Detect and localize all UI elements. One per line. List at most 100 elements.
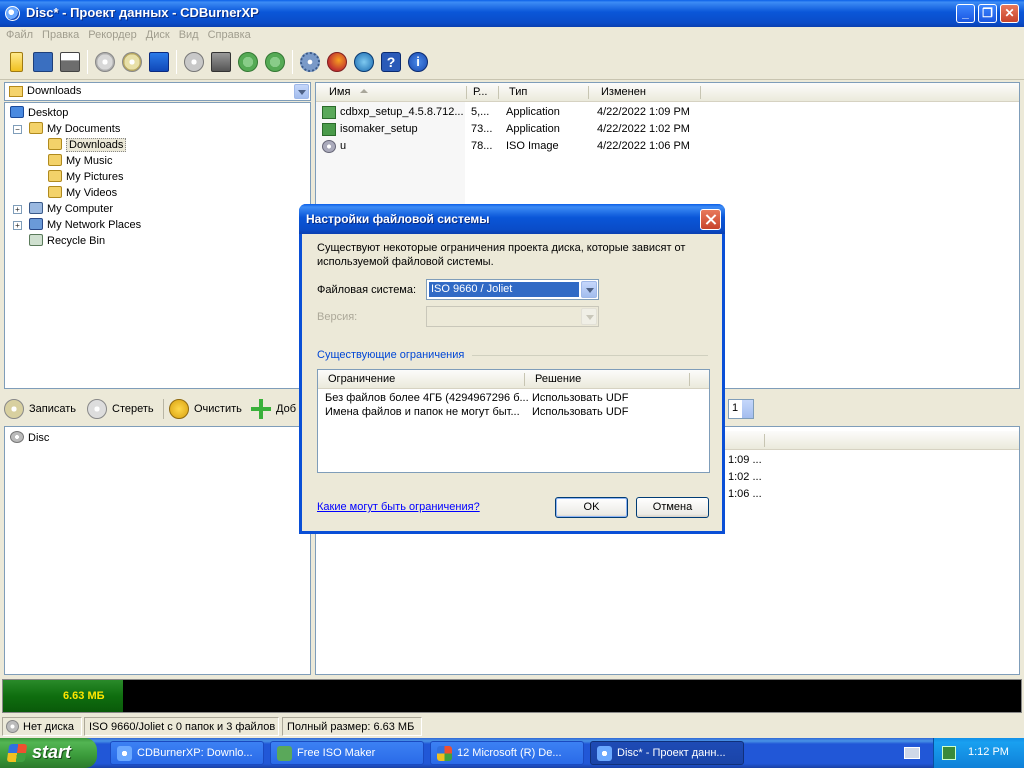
new-icon[interactable] xyxy=(3,49,29,75)
restrictions-list: Ограничение Решение Без файлов более 4ГБ… xyxy=(317,369,710,473)
installer-icon xyxy=(322,106,336,119)
menu-file[interactable]: Файл xyxy=(0,27,36,41)
chevron-down-icon xyxy=(581,308,597,325)
settings-icon[interactable] xyxy=(297,49,323,75)
chevron-down-icon[interactable] xyxy=(581,281,597,298)
print-icon[interactable] xyxy=(57,49,83,75)
network-status-icon[interactable] xyxy=(942,746,956,760)
version-select[interactable] xyxy=(426,306,599,327)
filesystem-select[interactable]: ISO 9660 / Joliet xyxy=(426,279,599,300)
collapse-icon[interactable]: − xyxy=(13,125,22,134)
menu-recorder[interactable]: Рекордер xyxy=(82,27,140,41)
clock[interactable]: 1:12 PM xyxy=(968,746,1009,758)
tree-item-my-videos[interactable]: My Videos xyxy=(48,185,117,201)
close-button[interactable]: ✕ xyxy=(1000,4,1019,23)
burn-button[interactable]: Записать xyxy=(4,396,76,422)
title-bar[interactable]: Disc* - Проект данных - CDBurnerXP _ ❐ ✕ xyxy=(0,0,1024,27)
add-button[interactable]: Доб xyxy=(251,396,296,422)
menu-disc[interactable]: Диск xyxy=(140,27,173,41)
refresh-icon[interactable] xyxy=(235,49,261,75)
tree-item-my-pictures[interactable]: My Pictures xyxy=(48,169,123,185)
file-list-header: Имя Р... Тип Изменен xyxy=(316,83,1019,102)
restrictions-help-link[interactable]: Какие могут быть ограничения? xyxy=(317,501,480,513)
col-solution[interactable]: Решение xyxy=(535,373,581,385)
help-icon[interactable]: ? xyxy=(378,49,404,75)
copies-stepper[interactable]: 1 xyxy=(728,399,754,419)
desktop-icon xyxy=(10,106,24,118)
tree-item-my-computer[interactable]: My Computer xyxy=(29,201,113,217)
plus-icon xyxy=(251,399,271,420)
task-cdburnerxp-downloads[interactable]: CDBurnerXP: Downlo... xyxy=(110,741,264,765)
cancel-button[interactable]: Отмена xyxy=(636,497,709,518)
restrictions-header: Ограничение Решение xyxy=(318,370,709,389)
status-total-size: Полный размер: 6.63 МБ xyxy=(282,717,422,736)
tree-item-desktop[interactable]: Desktop xyxy=(10,105,68,121)
restriction-row[interactable]: Имена файлов и папок не могут быт... Исп… xyxy=(325,404,705,420)
menu-view[interactable]: Вид xyxy=(173,27,202,41)
folder-tree: Desktop − My Documents Downloads My Musi… xyxy=(4,102,311,389)
cdburnerxp-icon xyxy=(117,746,132,761)
filesystem-label: Файловая система: xyxy=(317,284,417,296)
filesystem-settings-dialog: Настройки файловой системы Существуют не… xyxy=(299,204,725,534)
restore-button[interactable]: ❐ xyxy=(978,4,997,23)
minimize-button[interactable]: _ xyxy=(956,4,975,23)
clear-button[interactable]: Очистить xyxy=(169,396,242,422)
location-dropdown[interactable]: Downloads xyxy=(4,82,311,101)
start-button[interactable]: start xyxy=(0,738,97,768)
computer-icon xyxy=(29,202,43,214)
expand-icon[interactable]: + xyxy=(13,221,22,230)
menu-help[interactable]: Справка xyxy=(202,27,254,41)
chevron-down-icon[interactable] xyxy=(294,84,309,99)
tree-item-my-documents[interactable]: My Documents xyxy=(29,121,120,137)
cdburnerxp-icon xyxy=(5,6,20,21)
disc-blue-icon[interactable] xyxy=(146,49,172,75)
col-modified[interactable]: Изменен xyxy=(601,86,646,98)
web-icon[interactable] xyxy=(324,49,350,75)
tree-item-disc[interactable]: Disc xyxy=(10,430,49,446)
capacity-label: 6.63 МБ xyxy=(63,690,105,702)
task-disc-project[interactable]: Disc* - Проект данн... xyxy=(590,741,744,765)
erase-button[interactable]: Стереть xyxy=(87,396,154,422)
videos-folder-icon xyxy=(48,186,62,198)
file-row[interactable]: u 78... ISO Image 4/22/2022 1:06 PM xyxy=(320,138,700,154)
dialog-close-button[interactable] xyxy=(700,209,721,230)
drive-info-icon[interactable] xyxy=(208,49,234,75)
task-microsoft-group[interactable]: 12 Microsoft (R) De... xyxy=(430,741,584,765)
network-icon xyxy=(29,218,43,230)
isomaker-icon xyxy=(277,746,292,761)
task-free-iso-maker[interactable]: Free ISO Maker xyxy=(270,741,424,765)
tree-item-downloads[interactable]: Downloads xyxy=(48,137,127,153)
dialog-title-bar[interactable]: Настройки файловой системы xyxy=(299,204,725,234)
keyboard-icon[interactable] xyxy=(904,747,920,759)
col-type[interactable]: Тип xyxy=(509,86,527,98)
col-name[interactable]: Имя xyxy=(329,86,350,98)
folder-icon xyxy=(29,122,43,134)
window-title: Disc* - Проект данных - CDBurnerXP xyxy=(26,5,259,20)
pictures-folder-icon xyxy=(48,170,62,182)
recycle-bin-icon xyxy=(29,234,43,246)
file-row[interactable]: cdbxp_setup_4.5.8.712... 5,... Applicati… xyxy=(320,104,700,120)
menu-bar: Файл Правка Рекордер Диск Вид Справка xyxy=(0,27,1024,44)
update-icon[interactable] xyxy=(351,49,377,75)
expand-icon[interactable]: + xyxy=(13,205,22,214)
tree-item-recycle-bin[interactable]: Recycle Bin xyxy=(29,233,105,249)
restrictions-group-label: Существующие ограничения xyxy=(317,349,465,361)
save-icon[interactable] xyxy=(30,49,56,75)
tree-item-my-music[interactable]: My Music xyxy=(48,153,112,169)
ok-button[interactable]: OK xyxy=(555,497,628,518)
taskbar: start CDBurnerXP: Downlo... Free ISO Mak… xyxy=(0,738,1024,768)
burn-disc-icon[interactable] xyxy=(119,49,145,75)
tree-item-my-network-places[interactable]: My Network Places xyxy=(29,217,141,233)
file-row[interactable]: isomaker_setup 73... Application 4/22/20… xyxy=(320,121,700,137)
erase-disc-icon[interactable] xyxy=(92,49,118,75)
folder-icon xyxy=(9,86,23,97)
main-toolbar: ? i xyxy=(0,44,1024,80)
forward-icon[interactable] xyxy=(262,49,288,75)
spin-icon[interactable] xyxy=(742,400,753,418)
group-icon xyxy=(437,746,452,761)
col-size[interactable]: Р... xyxy=(473,86,487,98)
col-restriction[interactable]: Ограничение xyxy=(328,373,395,385)
copy-disc-icon[interactable] xyxy=(181,49,207,75)
info-icon[interactable]: i xyxy=(405,49,431,75)
menu-edit[interactable]: Правка xyxy=(36,27,82,41)
